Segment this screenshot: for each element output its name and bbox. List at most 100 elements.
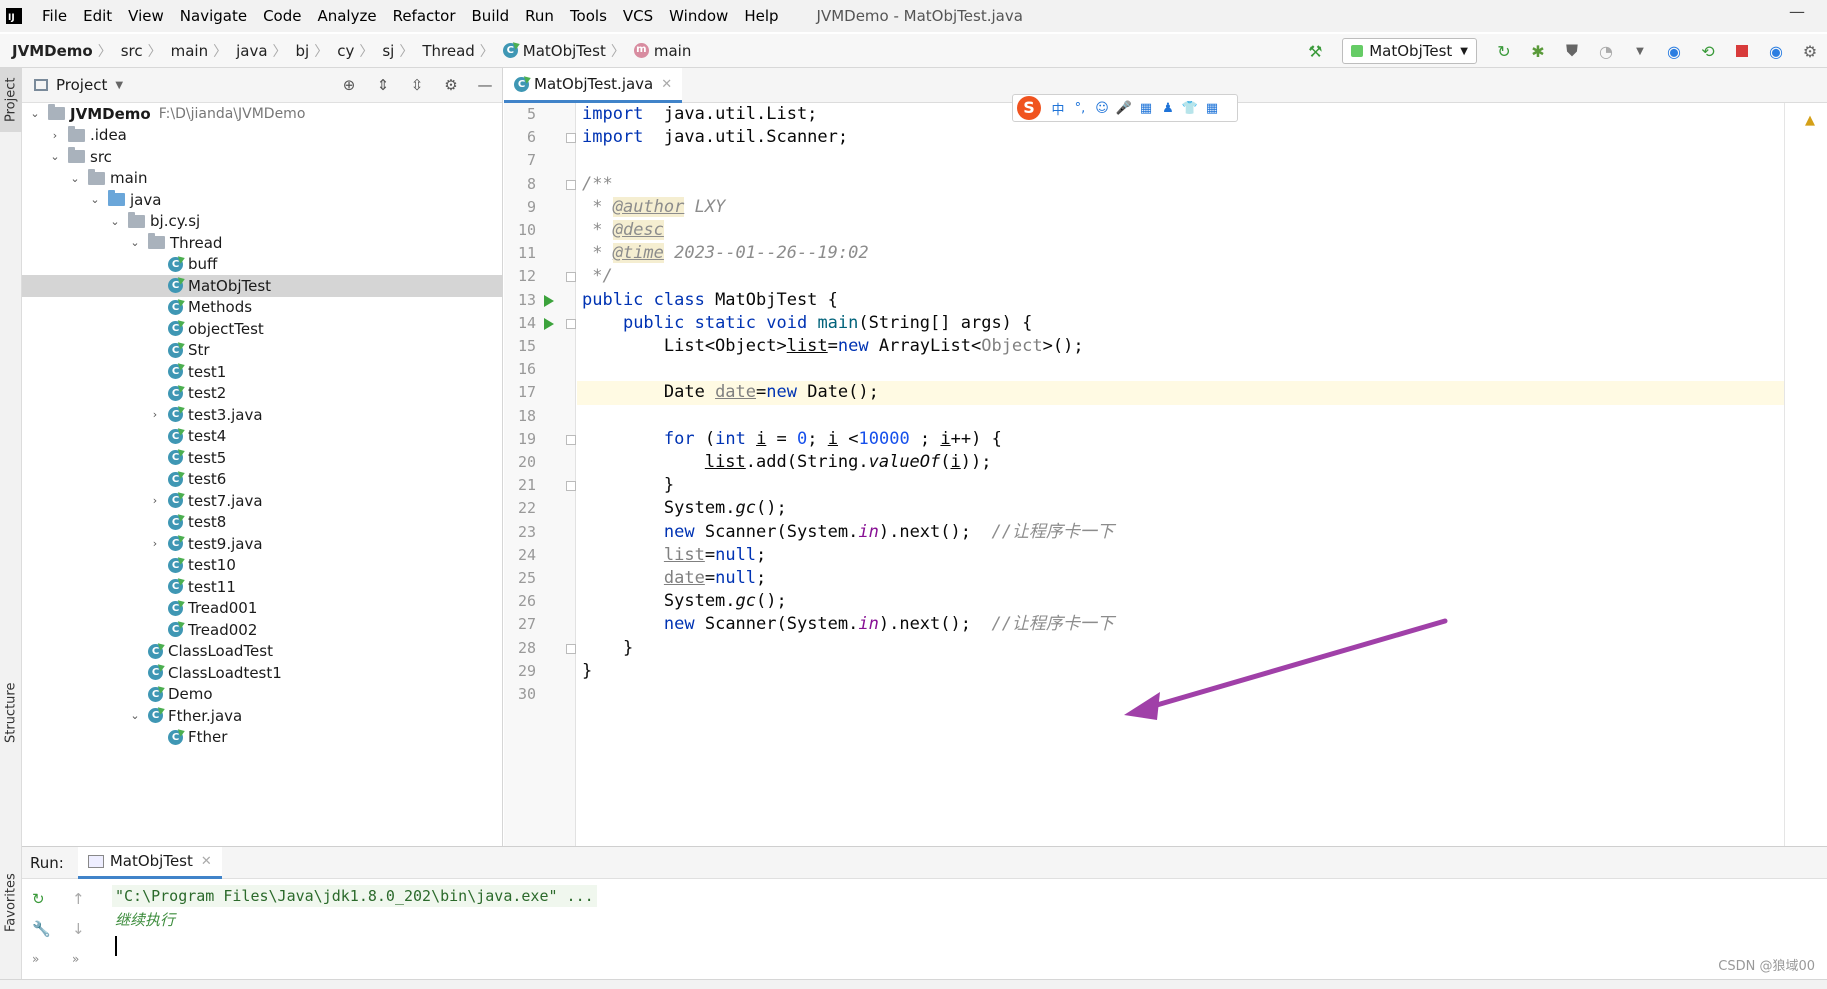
tree-item-test4[interactable]: ›Ctest4 (22, 426, 503, 448)
code-line[interactable]: } (577, 637, 1784, 660)
tree-item-methods[interactable]: ›CMethods (22, 297, 503, 319)
expand-all-icon[interactable]: ⇕ (370, 76, 396, 94)
more-icon[interactable]: » (72, 952, 79, 966)
console-output[interactable]: "C:\Program Files\Java\jdk1.8.0_202\bin\… (112, 880, 1827, 980)
chevron-down-icon[interactable]: ⌄ (128, 709, 142, 722)
code-line[interactable]: Date date=new Date(); (577, 381, 1784, 405)
tree-item-test6[interactable]: ›Ctest6 (22, 469, 503, 491)
close-icon[interactable]: ✕ (201, 854, 212, 869)
code-line[interactable]: new Scanner(System.in).next(); //让程序卡一下 (577, 521, 1784, 544)
tree-item-test10[interactable]: ›Ctest10 (22, 555, 503, 577)
menu-run[interactable]: Run (517, 7, 562, 25)
tree-item-str[interactable]: ›CStr (22, 340, 503, 362)
breadcrumb-main[interactable]: main (165, 42, 210, 60)
rerun-icon[interactable]: ↻ (32, 890, 45, 908)
hide-panel-icon[interactable]: — (472, 76, 498, 94)
fold-icon[interactable] (566, 318, 576, 329)
tree-item-test2[interactable]: ›Ctest2 (22, 383, 503, 405)
code-line[interactable]: public class MatObjTest { (577, 289, 1784, 312)
chevron-down-icon[interactable]: ⌄ (68, 172, 82, 185)
collapse-all-icon[interactable]: ⇳ (404, 76, 430, 94)
tree-item-bj-cy-sj[interactable]: ⌄ bj.cy.sj (22, 211, 503, 233)
code-line[interactable]: System.gc(); (577, 590, 1784, 613)
code-line[interactable] (577, 683, 1784, 706)
code-line[interactable]: } (577, 474, 1784, 497)
rerun-icon[interactable]: ↻ (1494, 41, 1514, 61)
tree-item-classloadtest1[interactable]: ›CClassLoadtest1 (22, 662, 503, 684)
chevron-down-icon[interactable]: ⌄ (108, 215, 122, 228)
chevron-down-icon[interactable]: ⌄ (128, 236, 142, 249)
breadcrumb-thread[interactable]: Thread (416, 42, 476, 60)
breadcrumb-sj[interactable]: sj (376, 42, 396, 60)
breadcrumb-class[interactable]: C MatObjTest (497, 42, 608, 60)
tree-item-tread001[interactable]: ›CTread001 (22, 598, 503, 620)
menu-edit[interactable]: Edit (75, 7, 120, 25)
code-line[interactable]: * @time 2023--01--26--19:02 (577, 242, 1784, 265)
run-gutter-icon[interactable] (544, 317, 554, 330)
menu-tools[interactable]: Tools (562, 7, 615, 25)
code-line[interactable]: List<Object>list=new ArrayList<Object>()… (577, 335, 1784, 358)
fold-icon[interactable] (566, 179, 576, 190)
tree-item-thread[interactable]: ⌄ Thread (22, 232, 503, 254)
tree-item-test7-java[interactable]: › Ctest7.java (22, 490, 503, 512)
tree-item-main[interactable]: ⌄ main (22, 168, 503, 190)
project-panel-title[interactable]: Project (56, 76, 107, 94)
code-line[interactable] (577, 405, 1784, 428)
code-line[interactable] (577, 149, 1784, 172)
chevron-down-icon[interactable]: ⌄ (88, 193, 102, 206)
build-hammer-icon[interactable]: ⚒ (1305, 41, 1325, 61)
update-icon[interactable]: ◉ (1664, 41, 1684, 61)
code-line[interactable]: } (577, 660, 1784, 683)
breadcrumb-cy[interactable]: cy (331, 42, 356, 60)
menu-vcs[interactable]: VCS (615, 7, 661, 25)
coverage-icon[interactable]: ⛊ (1562, 41, 1582, 61)
run-gutter-icon[interactable] (544, 294, 554, 307)
code-line[interactable]: public static void main(String[] args) { (577, 312, 1784, 335)
code-line[interactable]: import java.util.Scanner; (577, 126, 1784, 149)
tree-item-fther-java[interactable]: ⌄ C Fther.java (22, 705, 503, 727)
favorites-tool-tab[interactable]: Favorites (0, 858, 22, 948)
code-line[interactable]: new Scanner(System.in).next(); //让程序卡一下 (577, 613, 1784, 636)
punctuation-icon[interactable]: °, (1069, 101, 1091, 116)
fold-icon[interactable] (566, 481, 576, 492)
code-line[interactable]: */ (577, 265, 1784, 288)
project-tool-tab[interactable]: Project (0, 68, 22, 132)
fold-icon[interactable] (566, 133, 576, 144)
tree-item-src[interactable]: ⌄ src (22, 146, 503, 168)
chevron-down-icon[interactable]: ⌄ (48, 150, 62, 163)
scroll-up-icon[interactable]: ↑ (72, 890, 85, 908)
console-command-line[interactable]: "C:\Program Files\Java\jdk1.8.0_202\bin\… (112, 885, 597, 907)
code-line[interactable]: * @desc (577, 219, 1784, 242)
chevron-right-icon[interactable]: › (148, 537, 162, 550)
breadcrumb-project[interactable]: JVMDemo (0, 42, 95, 60)
ime-mode-button[interactable]: 中 (1047, 99, 1069, 118)
structure-tool-tab[interactable]: Structure (0, 668, 22, 758)
fold-icon[interactable] (566, 643, 576, 654)
menu-navigate[interactable]: Navigate (172, 7, 255, 25)
emoji-icon[interactable]: ☺ (1091, 101, 1113, 116)
stop-icon[interactable] (1732, 41, 1752, 61)
menu-analyze[interactable]: Analyze (309, 7, 384, 25)
chevron-right-icon[interactable]: › (148, 408, 162, 421)
tree-item-demo[interactable]: ›CDemo (22, 684, 503, 706)
fold-icon[interactable] (566, 434, 576, 445)
locate-icon[interactable]: ⊕ (336, 76, 362, 94)
code-line[interactable]: date=null; (577, 567, 1784, 590)
more-icon[interactable]: » (32, 952, 39, 966)
chevron-right-icon[interactable]: › (48, 129, 62, 142)
wrench-icon[interactable]: 🔧 (32, 920, 51, 938)
tree-item-objecttest[interactable]: ›CobjectTest (22, 318, 503, 340)
tree-item-test5[interactable]: ›Ctest5 (22, 447, 503, 469)
code-line[interactable] (577, 358, 1784, 381)
chevron-down-icon[interactable]: ⌄ (28, 107, 42, 120)
code-line[interactable]: /** (577, 173, 1784, 196)
keyboard-icon[interactable]: ▦ (1135, 101, 1157, 116)
tree-item-matobjtest[interactable]: ›CMatObjTest (22, 275, 503, 297)
toolbox-icon[interactable]: ▦ (1201, 101, 1223, 116)
chevron-right-icon[interactable]: › (148, 494, 162, 507)
tree-item-test8[interactable]: ›Ctest8 (22, 512, 503, 534)
tree-item-test3-java[interactable]: › Ctest3.java (22, 404, 503, 426)
menu-refactor[interactable]: Refactor (385, 7, 464, 25)
code-editor[interactable]: import java.util.List; import java.util.S… (577, 103, 1784, 846)
tree-item-tread002[interactable]: ›CTread002 (22, 619, 503, 641)
